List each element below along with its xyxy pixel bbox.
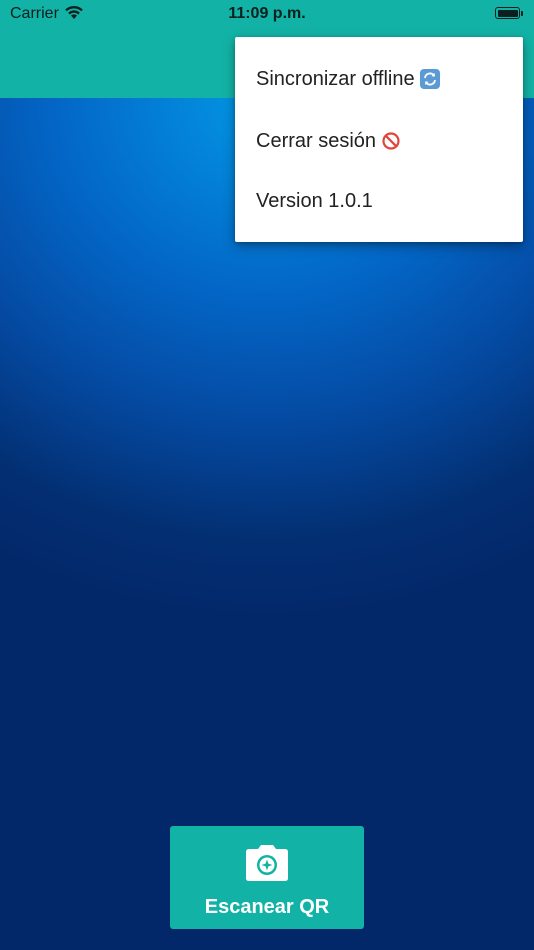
menu-item-label: Version 1.0.1	[256, 189, 373, 212]
no-entry-icon	[382, 132, 400, 150]
menu-item-label: Sincronizar offline	[256, 67, 415, 90]
scan-qr-label: Escanear QR	[204, 896, 330, 918]
menu-item-version[interactable]: Version 1.0.1	[256, 186, 373, 216]
battery-cap	[521, 11, 523, 16]
menu-item-logout[interactable]: Cerrar sesión	[256, 126, 400, 156]
status-bar: Carrier 11:09 p.m.	[0, 0, 534, 28]
menu-item-sync-offline[interactable]: Sincronizar offline	[256, 64, 440, 94]
scan-qr-button[interactable]: Escanear QR	[170, 826, 364, 929]
menu-item-label: Cerrar sesión	[256, 129, 377, 152]
sync-icon	[419, 69, 440, 89]
status-time: 11:09 p.m.	[228, 5, 306, 22]
overflow-menu: Sincronizar offline Cerrar sesión Versio…	[235, 37, 523, 242]
battery-icon	[495, 7, 520, 19]
camera-icon	[246, 845, 288, 881]
